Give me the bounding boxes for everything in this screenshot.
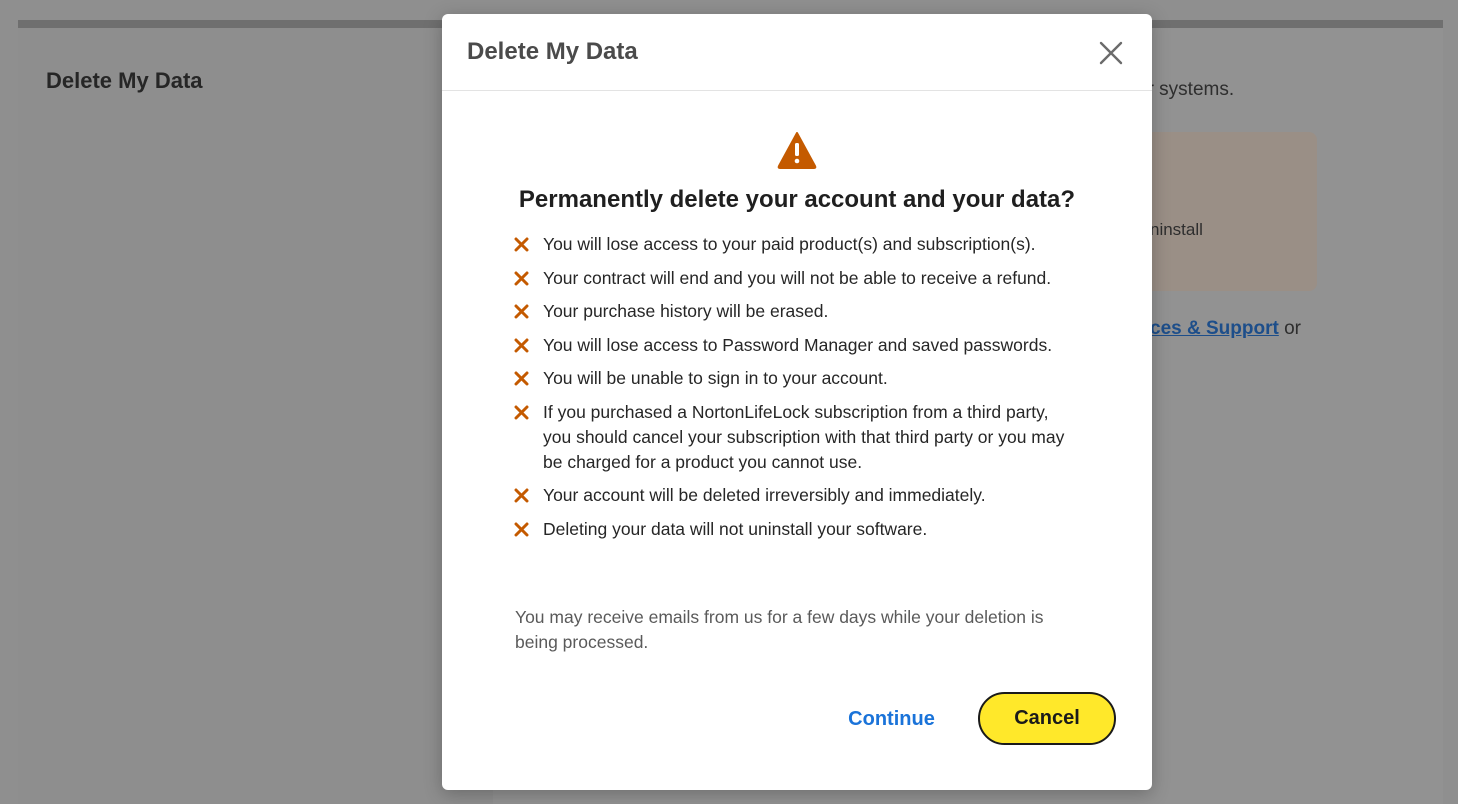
list-item: You will lose access to your paid produc… <box>512 232 1072 257</box>
list-item-text: Your account will be deleted irreversibl… <box>543 485 986 505</box>
warning-triangle-icon <box>777 131 817 169</box>
background-link-row: ces & Support or <box>1150 318 1301 340</box>
list-item-text: Your contract will end and you will not … <box>543 267 1052 288</box>
list-item-text: Your purchase history will be erased. <box>543 301 829 321</box>
list-item-text: Deleting your data will not uninstall yo… <box>543 518 928 539</box>
list-item: You will be unable to sign in to your ac… <box>512 366 1072 391</box>
x-mark-icon <box>514 405 529 419</box>
background-link-suffix: or <box>1278 318 1301 339</box>
cancel-button[interactable]: Cancel <box>978 692 1116 745</box>
list-item-text: You will lose access to your paid produc… <box>543 234 1036 254</box>
list-item: Your purchase history will be erased. <box>512 299 1072 324</box>
delete-data-dialog: Delete My Data Permanently delete your a… <box>442 14 1152 790</box>
background-card-text: ninstall <box>1150 220 1203 239</box>
x-mark-icon <box>514 338 529 352</box>
close-icon[interactable] <box>1096 38 1126 68</box>
dialog-title: Delete My Data <box>467 38 638 65</box>
x-mark-icon <box>514 304 529 319</box>
continue-button[interactable]: Continue <box>834 702 949 736</box>
background-support-link: ces & Support <box>1150 318 1279 339</box>
dialog-header: Delete My Data <box>442 14 1152 91</box>
consequence-list: You will lose access to your paid produc… <box>512 232 1072 550</box>
list-item: Your account will be deleted irreversibl… <box>512 483 1072 508</box>
list-item-text: You will be unable to sign in to your ac… <box>543 368 888 388</box>
list-item: You will lose access to Password Manager… <box>512 333 1072 358</box>
dialog-headline: Permanently delete your account and your… <box>518 186 1076 213</box>
list-item-text: If you purchased a NortonLifeLock subscr… <box>543 401 1065 472</box>
list-item: Deleting your data will not uninstall yo… <box>512 517 1072 542</box>
background-page-title: Delete My Data <box>46 68 203 93</box>
background-sidebar <box>18 28 493 804</box>
list-item: Your contract will end and you will not … <box>512 266 1072 291</box>
list-item-text: You will lose access to Password Manager… <box>543 334 1053 355</box>
x-mark-icon <box>514 371 529 386</box>
x-mark-icon <box>514 237 529 252</box>
list-item: If you purchased a NortonLifeLock subscr… <box>512 400 1072 475</box>
x-mark-icon <box>514 488 529 503</box>
deletion-note: You may receive emails from us for a few… <box>515 607 1044 652</box>
x-mark-icon <box>514 271 529 285</box>
x-mark-icon <box>514 522 529 536</box>
